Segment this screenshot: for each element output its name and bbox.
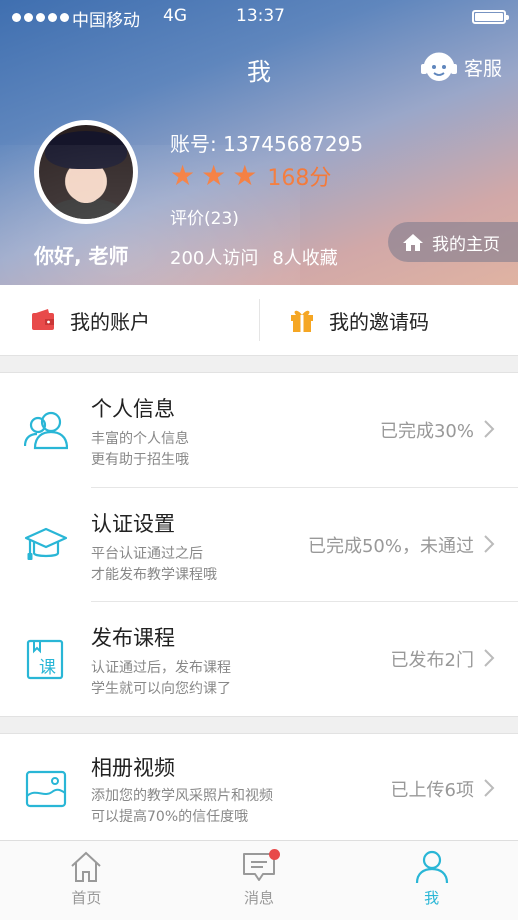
- users-icon: [24, 411, 68, 450]
- menu-item-title: 个人信息: [91, 397, 175, 421]
- favorites-count: 8人收藏: [272, 248, 338, 269]
- star-icon: ★: [201, 159, 227, 192]
- battery-icon: [472, 10, 509, 24]
- reviews-link[interactable]: 评价(23): [170, 204, 239, 229]
- visits-count: 200人访问: [170, 248, 259, 269]
- home-icon: [403, 234, 423, 251]
- gift-icon: [291, 310, 313, 332]
- profile-stats: 200人访问 8人收藏: [170, 244, 338, 270]
- menu-item-status: 已完成30%: [379, 421, 474, 442]
- tab-bar: 首页 消息 我: [0, 840, 518, 920]
- unread-badge: [269, 849, 280, 860]
- section-gap: [0, 355, 518, 373]
- account-number: 账号: 13745687295: [170, 132, 364, 156]
- menu-item-personal-info[interactable]: 个人信息 丰富的个人信息 更有助于招生哦 已完成30%: [0, 373, 518, 487]
- tab-me[interactable]: 我: [345, 841, 518, 920]
- status-bar: 中国移动 4G 13:37: [0, 0, 518, 36]
- quick-links: 我的账户 我的邀请码: [0, 285, 518, 355]
- tab-messages[interactable]: 消息: [173, 841, 346, 920]
- menu-item-publish-course[interactable]: 课 发布课程 认证通过后，发布课程 学生就可以向您约课了 已发布2门: [0, 602, 518, 716]
- chevron-right-icon: [484, 649, 495, 667]
- graduation-cap-icon: [24, 527, 68, 560]
- home-icon: [71, 851, 102, 882]
- section-gap: [0, 716, 518, 734]
- menu-item-description: 平台认证通过之后 才能发布教学课程哦: [91, 546, 217, 583]
- rating-stars: ★ ★ ★ 168分: [170, 160, 331, 192]
- tab-label: 首页: [71, 889, 102, 907]
- menu-item-status: 已发布2门: [390, 650, 474, 671]
- carrier-name: 中国移动: [72, 11, 140, 31]
- chevron-right-icon: [484, 779, 495, 797]
- course-icon-label: 课: [39, 658, 56, 678]
- my-invite-code-label: 我的邀请码: [329, 309, 429, 334]
- profile-header: 中国移动 4G 13:37 我 客服 你好, 老师 账号: 1374568729…: [0, 0, 518, 285]
- star-icon: ★: [232, 159, 258, 192]
- tab-home[interactable]: 首页: [0, 841, 173, 920]
- score-value: 168分: [267, 166, 332, 191]
- menu-item-description: 添加您的教学风采照片和视频 可以提高70%的信任度哦: [91, 788, 273, 825]
- network-type: 4G: [163, 6, 187, 26]
- menu-item-description: 丰富的个人信息 更有助于招生哦: [91, 431, 189, 468]
- my-invite-code-button[interactable]: 我的邀请码: [259, 285, 518, 355]
- course-book-icon: 课: [26, 639, 64, 680]
- my-homepage-button[interactable]: 我的主页: [388, 222, 518, 262]
- tab-label: 我: [424, 889, 440, 907]
- greeting-text: 你好, 老师: [34, 244, 129, 268]
- avatar[interactable]: [34, 120, 138, 224]
- customer-service-label: 客服: [463, 57, 502, 80]
- menu-item-status: 已完成50%，未通过: [307, 536, 474, 557]
- tab-label: 消息: [244, 889, 275, 907]
- status-time: 13:37: [236, 6, 285, 26]
- divider: [259, 299, 260, 341]
- wallet-icon: [32, 309, 54, 330]
- chevron-right-icon: [484, 420, 495, 438]
- my-account-label: 我的账户: [70, 309, 150, 334]
- my-homepage-label: 我的主页: [432, 234, 500, 255]
- menu-item-title: 相册视频: [91, 756, 175, 780]
- menu-item-title: 发布课程: [91, 626, 175, 650]
- customer-service-button[interactable]: 客服: [420, 50, 502, 84]
- star-icon: ★: [170, 159, 196, 192]
- chevron-right-icon: [484, 535, 495, 553]
- headset-icon: [420, 52, 457, 81]
- menu-item-verification[interactable]: 认证设置 平台认证通过之后 才能发布教学课程哦 已完成50%，未通过: [0, 488, 518, 602]
- menu-item-description: 认证通过后，发布课程 学生就可以向您约课了: [91, 660, 231, 697]
- my-account-button[interactable]: 我的账户: [0, 285, 259, 355]
- menu-item-album-video[interactable]: 相册视频 添加您的教学风采照片和视频 可以提高70%的信任度哦 已上传6项: [0, 734, 518, 840]
- menu-item-status: 已上传6项: [390, 780, 474, 801]
- profile-icon: [415, 850, 448, 884]
- photo-album-icon: [25, 770, 67, 808]
- avatar-image: [39, 125, 133, 219]
- menu-item-title: 认证设置: [91, 512, 175, 536]
- signal-strength-icon: [12, 13, 69, 22]
